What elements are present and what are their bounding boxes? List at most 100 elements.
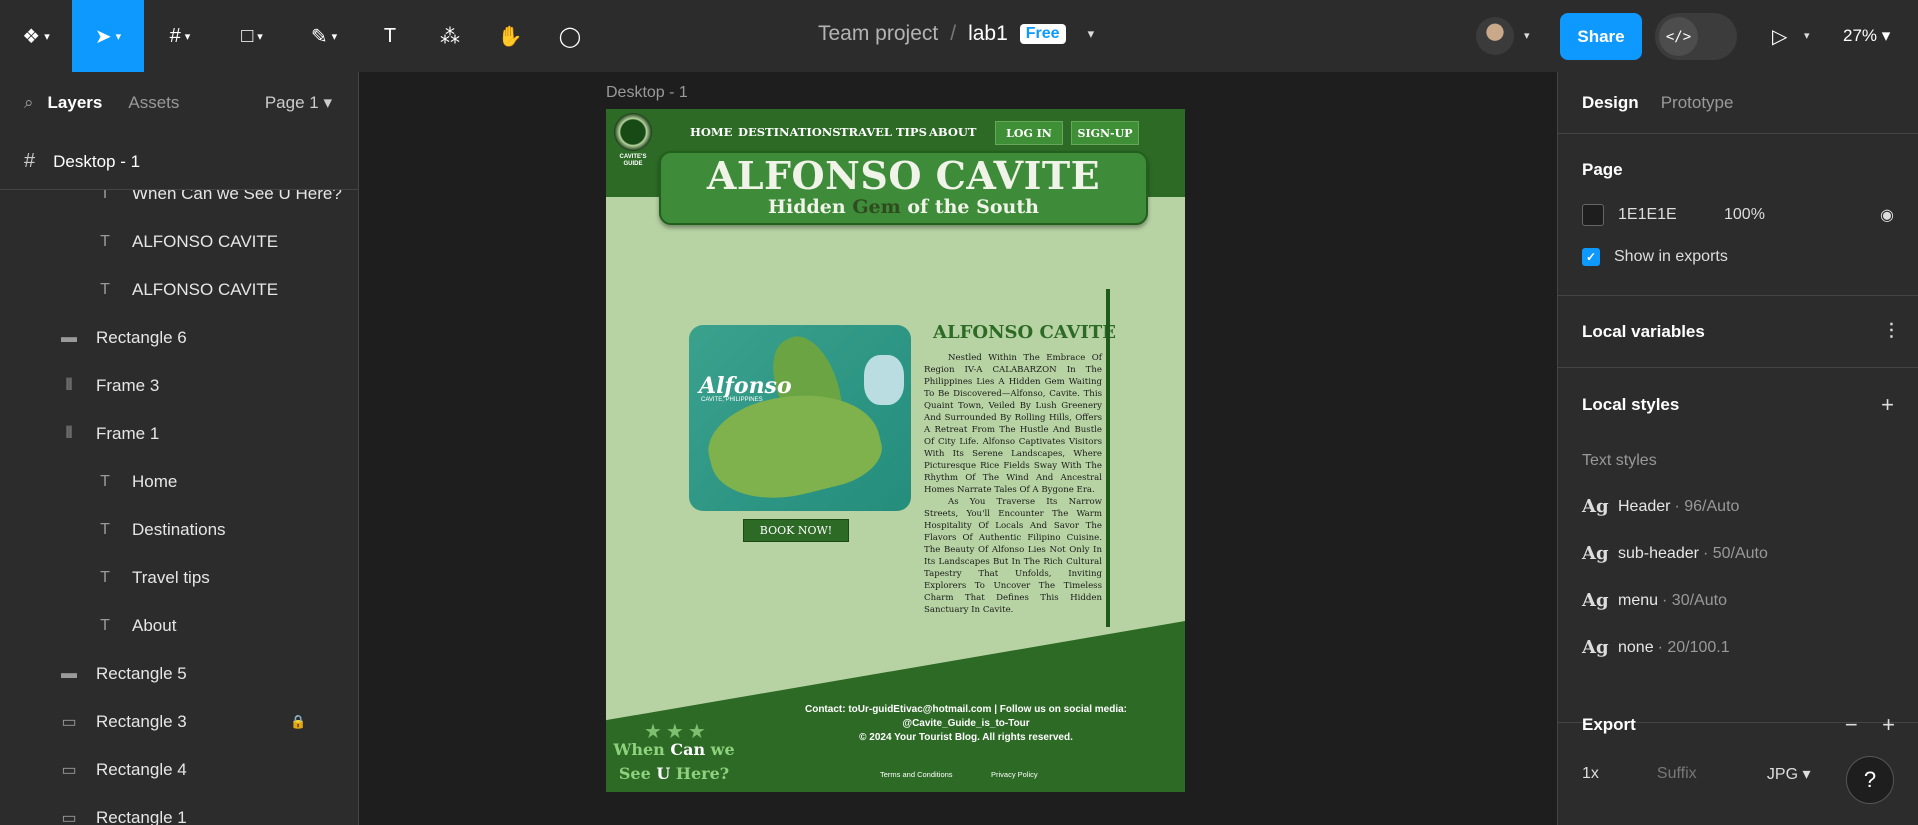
tab-design[interactable]: Design [1582,93,1639,113]
text-style-item[interactable]: Ag Header · 96/Auto [1582,496,1894,517]
left-panel: ⌕ Layers Assets Page 1 ▾ # Desktop - 1 T… [0,72,359,825]
text-style-icon: Ag [1582,590,1609,611]
export-format-select[interactable]: JPG ▾ [1767,764,1811,784]
move-tool-button[interactable]: ➤ ▾ [72,0,144,72]
layer-name: Frame 1 [96,424,160,443]
minus-icon[interactable]: − [1845,712,1858,737]
text-style-item[interactable]: Ag sub-header · 50/Auto [1582,543,1894,564]
zoom-level[interactable]: 27% ▾ [1843,26,1890,46]
lock-icon[interactable]: 🔒 [290,714,306,730]
layer-name: Travel tips [132,568,210,587]
frame-tool-button[interactable]: # ▾ [144,0,216,72]
left-tabs: ⌕ Layers Assets Page 1 ▾ [0,72,358,134]
plan-badge: Free [1019,24,1066,44]
text-layer-icon: T [100,569,110,586]
frame-name: Desktop - 1 [53,151,141,171]
pen-tool-button[interactable]: ✎ ▾ [288,0,360,72]
chevron-down-icon: ▾ [115,30,122,43]
color-swatch[interactable] [1582,204,1604,226]
avatar[interactable] [1476,17,1514,55]
help-button[interactable]: ? [1846,756,1894,804]
tagline-word: Can [670,740,706,759]
text-style-item[interactable]: Ag none · 20/100.1 [1582,637,1894,658]
text-style-meta: · 20/100.1 [1657,638,1730,656]
local-styles-header: Local styles + [1582,392,1894,418]
variables-settings-icon[interactable]: ⫶ [1888,319,1894,345]
eye-icon[interactable]: ◉ [1880,205,1894,225]
main-menu-button[interactable]: ❖ ▾ [0,0,72,72]
layer-item[interactable]: T About [0,602,358,650]
components-icon: ⁂ [440,25,460,48]
comment-tool-button[interactable]: ◯ [540,0,600,72]
layer-item[interactable]: ⦀ Frame 3 [0,362,358,410]
show-in-exports-checkbox[interactable]: ✓ [1582,248,1600,266]
tagline-word: See [618,764,651,783]
shape-tool-button[interactable]: □ ▾ [216,0,288,72]
fill-opacity-input[interactable]: 100% [1724,206,1765,224]
export-scale-select[interactable]: 1x [1582,765,1599,783]
layer-name: Destinations [132,520,226,539]
layer-frame-desktop[interactable]: # Desktop - 1 [0,134,358,190]
text-style-name: menu [1618,591,1659,609]
layer-name: About [132,616,177,635]
footer-contact: Contact: toUr-guidEtivac@hotmail.com | F… [786,703,1146,745]
code-icon: </> [1659,17,1698,56]
layer-item[interactable]: T ALFONSO CAVITE [0,266,358,314]
layer-item[interactable]: T When Can we See U Here? [0,190,358,218]
text-layer-icon: T [100,281,110,298]
cursor-icon: ➤ [94,25,112,48]
team-name[interactable]: Team project [818,22,938,46]
text-style-meta: · 96/Auto [1674,497,1740,515]
site-logo [614,113,652,151]
chevron-down-icon[interactable]: ▾ [1524,29,1530,42]
file-name[interactable]: lab1 [968,22,1008,46]
resources-tool-button[interactable]: ⁂ [420,0,480,72]
layer-item[interactable]: ⦀ Frame 1 [0,410,358,458]
text-layer-icon: T [100,190,110,202]
tagline-word: When [613,740,665,759]
file-menu-chevron-icon[interactable]: ▾ [1088,26,1095,42]
tagline-word: we [710,740,735,759]
text-tool-button[interactable]: T [360,0,420,72]
chevron-down-icon[interactable]: ▾ [1804,29,1810,42]
chevron-down-icon: ▾ [331,30,338,43]
section-body: Nestled Within The Embrace Of Region IV-… [924,352,1102,616]
tab-layers[interactable]: Layers [48,93,103,113]
add-style-icon[interactable]: + [1881,392,1894,418]
search-icon[interactable]: ⌕ [24,93,34,113]
share-button[interactable]: Share [1560,13,1642,60]
layer-item[interactable]: ▭ Rectangle 3 🔒 [0,698,358,746]
dev-mode-toggle[interactable]: </> [1655,13,1737,60]
right-panel: Design Prototype Page 1E1E1E 100% ◉ ✓ Sh… [1557,72,1918,825]
present-play-icon[interactable]: ▷ [1772,24,1787,49]
fill-hex-input[interactable]: 1E1E1E [1618,206,1677,224]
layer-item[interactable]: T Home [0,458,358,506]
tab-prototype[interactable]: Prototype [1661,93,1734,113]
layer-name: When Can we See U Here? [132,190,342,203]
layer-name: Rectangle 3 [96,712,187,731]
layers-list: T When Can we See U Here? T ALFONSO CAVITE… [0,190,358,825]
layer-name: Home [132,472,178,491]
plus-icon[interactable]: + [1882,712,1895,737]
hand-tool-button[interactable]: ✋ [480,0,540,72]
rectangle-layer-icon: ▭ [61,762,77,779]
layer-item[interactable]: T ALFONSO CAVITE [0,218,358,266]
text-style-item[interactable]: Ag menu · 30/Auto [1582,590,1894,611]
page-selector-label: Page 1 [264,93,319,112]
chevron-down-icon: ▾ [44,30,50,43]
design-frame[interactable]: CAVITE'S GUIDE HOME DESTINATIONS TRAVEL … [606,109,1185,792]
layer-item[interactable]: ▭ Rectangle 1 [0,794,358,825]
text-style-icon: Ag [1582,496,1609,517]
layer-item[interactable]: ▬ Rectangle 6 [0,314,358,362]
canvas-frame-label[interactable]: Desktop - 1 [606,84,688,102]
layer-item[interactable]: ▭ Rectangle 4 [0,746,358,794]
pen-icon: ✎ [310,25,328,48]
layer-item[interactable]: T Destinations [0,506,358,554]
local-variables-section[interactable]: Local variables ⫶ [1558,296,1918,368]
tab-assets[interactable]: Assets [128,93,179,113]
layer-item[interactable]: ▬ Rectangle 5 [0,650,358,698]
frame-layer-icon: ⦀ [65,425,73,442]
export-suffix-input[interactable]: Suffix [1657,765,1737,783]
layer-item[interactable]: T Travel tips [0,554,358,602]
page-selector[interactable]: Page 1 ▾ [265,93,332,113]
